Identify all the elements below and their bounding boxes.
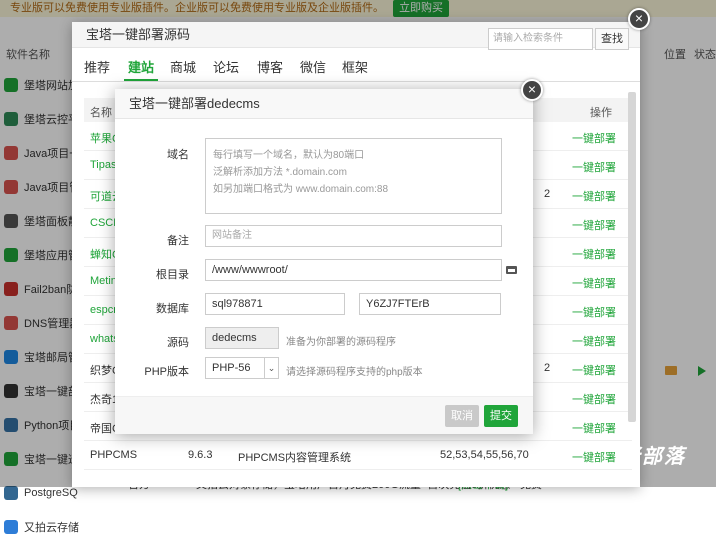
row-name[interactable]: Tipas — [90, 159, 117, 171]
deploy-button[interactable]: 一键部署 — [572, 217, 616, 233]
php-version-value: PHP-56 — [212, 362, 251, 374]
tab-2[interactable]: 商城 — [170, 57, 196, 76]
cloud-icon — [4, 520, 18, 534]
database-user-input[interactable]: sql978871 — [205, 293, 345, 315]
row-name: PHPCMS — [90, 449, 138, 461]
cancel-button[interactable]: 取消 — [445, 405, 479, 427]
deploy-button[interactable]: 一键部署 — [572, 188, 616, 204]
col-action: 操作 — [590, 107, 612, 119]
deploy-button[interactable]: 一键部署 — [572, 362, 616, 378]
table-row: PHPCMS 9.6.3 PHPCMS内容管理系统 52,53,54,55,56,70… — [84, 441, 632, 470]
deploy-dedecms-dialog: 宝塔一键部署dedecms 域名 每行填写一个域名，默认为80端口 泛解析添加方… — [115, 89, 533, 434]
submit-button[interactable]: 提交 — [484, 405, 518, 427]
deploy-button[interactable]: 一键部署 — [572, 420, 616, 436]
row-desc: PHPCMS内容管理系统 — [238, 452, 352, 464]
remark-input[interactable]: 网站备注 — [205, 225, 502, 247]
dialog-footer: 取消 提交 — [115, 396, 533, 434]
row-extra: 2 — [544, 362, 551, 374]
domain-placeholder-line: 泛解析添加方法 *.domain.com — [213, 167, 347, 178]
php-version-hint: 请选择源码程序支持的php版本 — [286, 367, 423, 378]
root-dir-label: 根目录 — [156, 269, 189, 281]
search-input[interactable]: 请输入检索条件 — [488, 28, 593, 50]
dialog-title: 宝塔一键部署dedecms — [115, 89, 533, 119]
deploy-button[interactable]: 一键部署 — [572, 449, 616, 465]
root-dir-input[interactable]: /www/wwwroot/ — [205, 259, 502, 281]
active-tab-underline — [124, 79, 158, 81]
deploy-button[interactable]: 一键部署 — [572, 333, 616, 349]
search-button[interactable]: 查找 — [595, 28, 629, 50]
tab-0[interactable]: 推荐 — [84, 57, 110, 76]
row-php: 52,53,54,55,56,70 — [440, 449, 529, 461]
domain-textarea[interactable]: 每行填写一个域名，默认为80端口 泛解析添加方法 *.domain.com 如另… — [205, 138, 502, 214]
domain-placeholder-line: 如另加端口格式为 www.domain.com:88 — [213, 184, 389, 195]
deploy-button[interactable]: 一键部署 — [572, 159, 616, 175]
source-label: 源码 — [167, 337, 189, 349]
deploy-button[interactable]: 一键部署 — [572, 304, 616, 320]
php-version-label: PHP版本 — [144, 366, 189, 378]
source-hint: 准备为你部署的源码程序 — [286, 337, 396, 348]
outer-close-icon[interactable]: × — [628, 8, 650, 30]
watermark: 老部落 — [620, 446, 686, 468]
php-version-select[interactable]: PHP-56 ⌄ — [205, 357, 279, 379]
tab-4[interactable]: 博客 — [257, 57, 283, 76]
tab-6[interactable]: 框架 — [342, 57, 368, 76]
tab-3[interactable]: 论坛 — [213, 57, 239, 76]
folder-open-icon[interactable] — [506, 266, 517, 274]
domain-placeholder-line: 每行填写一个域名，默认为80端口 — [213, 150, 365, 161]
remark-label: 备注 — [167, 235, 189, 247]
deploy-button[interactable]: 一键部署 — [572, 130, 616, 146]
domain-label: 域名 — [167, 149, 189, 161]
software-name: 又拍云存储 — [24, 522, 79, 534]
software-name: PostgreSQ — [24, 487, 78, 499]
postgres-icon — [4, 486, 18, 500]
dialog-close-icon[interactable]: × — [521, 79, 543, 101]
tab-5[interactable]: 微信 — [300, 57, 326, 76]
chevron-down-icon: ⌄ — [264, 358, 278, 378]
database-password-input[interactable]: Y6ZJ7FTErB — [359, 293, 501, 315]
software-row[interactable]: 又拍云存储 — [0, 510, 80, 544]
scrollbar[interactable] — [628, 92, 636, 422]
database-label: 数据库 — [156, 303, 189, 315]
col-name: 名称 — [90, 107, 112, 119]
deploy-button[interactable]: 一键部署 — [572, 391, 616, 407]
row-version: 9.6.3 — [188, 449, 213, 461]
deploy-button[interactable]: 一键部署 — [572, 246, 616, 262]
row-name[interactable]: Metin — [90, 275, 117, 287]
deploy-button[interactable]: 一键部署 — [572, 275, 616, 291]
source-value: dedecms — [205, 327, 279, 349]
row-extra: 2 — [544, 188, 551, 200]
tab-1[interactable]: 建站 — [128, 57, 154, 76]
category-tabs: 推荐 建站 商城 论坛 博客 微信 框架 — [72, 48, 640, 82]
